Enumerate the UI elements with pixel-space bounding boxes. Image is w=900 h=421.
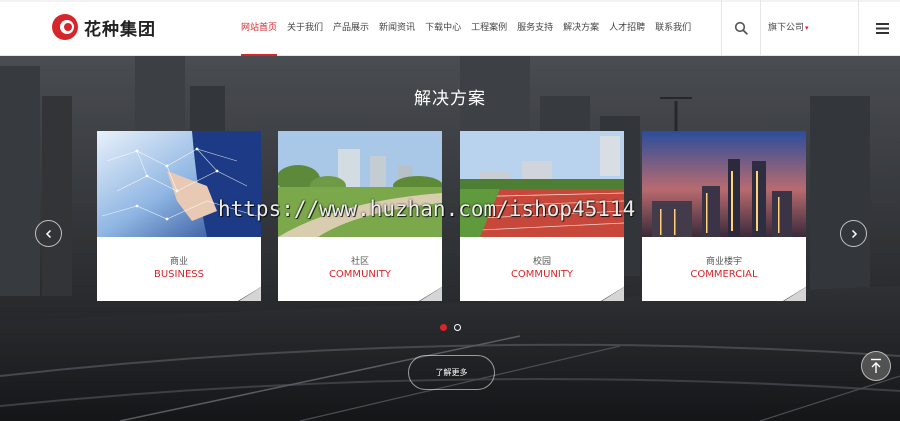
card-title-en: COMMERCIAL bbox=[690, 269, 758, 280]
menu-button[interactable] bbox=[864, 0, 900, 56]
prev-slide-button[interactable] bbox=[35, 220, 62, 247]
main-nav: 网站首页 关于我们 产品展示 新闻资讯 下载中心 工程案例 服务支持 解决方案 … bbox=[236, 0, 696, 56]
search-icon bbox=[734, 21, 748, 35]
nav-item-downloads[interactable]: 下载中心 bbox=[420, 0, 466, 56]
arrow-up-icon bbox=[871, 358, 881, 373]
nav-item-support[interactable]: 服务支持 bbox=[512, 0, 558, 56]
hamburger-menu-icon bbox=[875, 22, 889, 34]
sub-company-label: 旗下公司 bbox=[768, 23, 805, 33]
card-body: 商业 BUSINESS bbox=[97, 237, 261, 301]
chevron-right-icon bbox=[851, 229, 857, 238]
solutions-hero: 解决方案 商业 BUSINESS 社区 COMMUNITY 校园 COMMUNI… bbox=[0, 56, 900, 421]
nav-item-careers[interactable]: 人才招聘 bbox=[604, 0, 650, 56]
card-title-cn: 校园 bbox=[532, 257, 551, 267]
header-divider bbox=[760, 0, 761, 56]
solution-card-business[interactable]: 商业 BUSINESS bbox=[97, 131, 261, 301]
solution-card-campus[interactable]: 校园 COMMUNITY bbox=[460, 131, 624, 301]
nav-item-products[interactable]: 产品展示 bbox=[328, 0, 374, 56]
logo-text: 花种集团 bbox=[84, 19, 156, 40]
chevron-left-icon bbox=[45, 229, 51, 238]
nav-item-about[interactable]: 关于我们 bbox=[282, 0, 328, 56]
nav-item-cases[interactable]: 工程案例 bbox=[466, 0, 512, 56]
site-header: 花种集团 网站首页 关于我们 产品展示 新闻资讯 下载中心 工程案例 服务支持 … bbox=[0, 0, 900, 56]
caret-down-icon: ▾ bbox=[805, 24, 809, 32]
carousel-pagination bbox=[440, 324, 461, 331]
hero-title: 解决方案 bbox=[414, 89, 486, 109]
city-night-image bbox=[642, 131, 806, 237]
logo-mark-icon bbox=[52, 14, 78, 40]
header-divider bbox=[858, 0, 859, 56]
card-title-en: COMMUNITY bbox=[510, 269, 574, 280]
nav-item-home[interactable]: 网站首页 bbox=[236, 0, 282, 56]
card-title-cn: 商业 bbox=[169, 257, 188, 267]
back-to-top-button[interactable] bbox=[861, 351, 891, 381]
solution-card-community[interactable]: 社区 COMMUNITY bbox=[278, 131, 442, 301]
nav-item-contact[interactable]: 联系我们 bbox=[650, 0, 696, 56]
community-park-image bbox=[278, 131, 442, 237]
pagination-dot-active[interactable] bbox=[440, 324, 447, 331]
card-title-cn: 商业楼宇 bbox=[705, 257, 742, 267]
sub-company-dropdown[interactable]: 旗下公司▾ bbox=[768, 0, 809, 56]
nav-item-solutions[interactable]: 解决方案 bbox=[558, 0, 604, 56]
nav-item-news[interactable]: 新闻资讯 bbox=[374, 0, 420, 56]
business-touch-image bbox=[97, 131, 261, 237]
card-title-cn: 社区 bbox=[350, 257, 369, 267]
pagination-dot[interactable] bbox=[454, 324, 461, 331]
next-slide-button[interactable] bbox=[840, 220, 867, 247]
card-body: 商业楼宇 COMMERCIAL bbox=[642, 237, 806, 301]
card-body: 社区 COMMUNITY bbox=[278, 237, 442, 301]
card-body: 校园 COMMUNITY bbox=[460, 237, 624, 301]
search-button[interactable] bbox=[722, 0, 760, 56]
logo[interactable]: 花种集团 bbox=[52, 12, 156, 42]
learn-more-button[interactable]: 了解更多 bbox=[408, 355, 495, 390]
solution-card-commercial[interactable]: 商业楼宇 COMMERCIAL bbox=[642, 131, 806, 301]
card-title-en: COMMUNITY bbox=[328, 269, 392, 280]
campus-track-image bbox=[460, 131, 624, 237]
card-title-en: BUSINESS bbox=[154, 269, 204, 280]
